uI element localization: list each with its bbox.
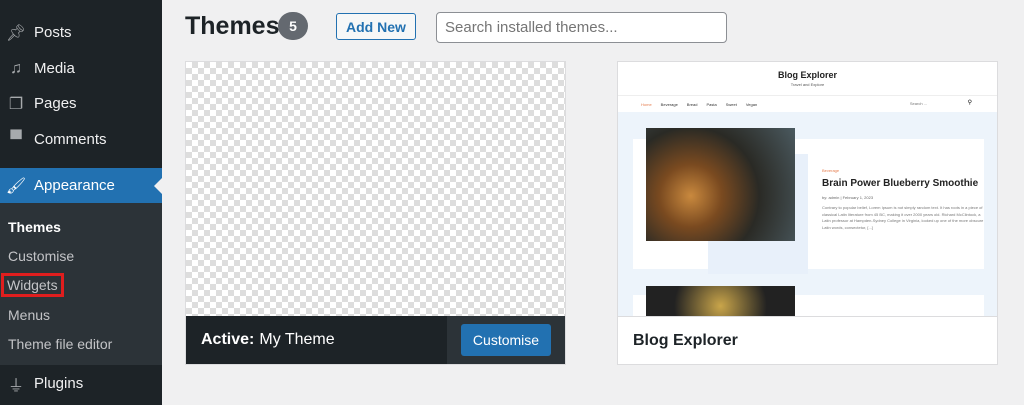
- preview-post-title: Brain Power Blueberry Smoothie: [822, 178, 979, 189]
- theme-count-badge: 5: [278, 12, 308, 40]
- label: Media: [34, 60, 75, 77]
- theme-card-blog-explorer[interactable]: Blog Explorer Travel and Explore Home Be…: [617, 61, 998, 365]
- customise-button[interactable]: Customise: [460, 324, 552, 356]
- page-title: Themes: [185, 12, 280, 40]
- theme-screenshot-blank[interactable]: [186, 62, 565, 316]
- label: Comments: [34, 131, 107, 148]
- preview-nav-item: Bread: [686, 101, 698, 107]
- pages-icon: ❐: [8, 95, 24, 113]
- sidebar-item-media[interactable]: ♫ Media: [0, 51, 162, 86]
- preview-category: Beverage: [822, 168, 840, 173]
- preview-nav-item: Pasta: [706, 101, 717, 107]
- preview-food-image: [646, 128, 795, 241]
- sidebar-item-pages[interactable]: ❐ Pages: [0, 86, 162, 121]
- sidebar-item-comments[interactable]: ▀ Comments: [0, 122, 162, 157]
- preview-nav-item: Beverage: [660, 101, 678, 107]
- preview-nav: Home Beverage Bread Pasta Sweet Vegan: [618, 95, 997, 112]
- label: Pages: [34, 95, 77, 112]
- preview-tagline: Travel and Explore: [790, 82, 825, 87]
- media-icon: ♫: [10, 59, 22, 77]
- preview-image-2: [646, 286, 795, 316]
- appearance-submenu: Themes Customise Widgets Menus Theme fil…: [0, 203, 162, 365]
- paintbrush-icon: 🖌︎: [5, 177, 27, 195]
- submenu-themes[interactable]: Themes: [8, 219, 61, 235]
- submenu-theme-file-editor[interactable]: Theme file editor: [8, 336, 112, 352]
- preview-nav-item: Sweet: [725, 101, 737, 107]
- add-new-button[interactable]: Add New: [336, 13, 416, 40]
- preview-nav-item: Vegan: [745, 101, 758, 107]
- theme-name: My Theme: [259, 331, 335, 348]
- active-theme-bar: Active: My Theme Customise: [186, 316, 565, 364]
- label: Plugins: [34, 375, 84, 392]
- active-label: Active:: [201, 331, 255, 348]
- preview-search: Search ...: [909, 101, 927, 106]
- theme-card-my-theme[interactable]: Active: My Theme Customise: [185, 61, 566, 365]
- search-themes-input[interactable]: [436, 12, 727, 43]
- plug-icon: ⏚: [7, 377, 24, 395]
- preview-nav-item: Home: [641, 101, 652, 107]
- theme-name: Blog Explorer: [633, 331, 738, 349]
- pin-icon: 📌︎: [5, 24, 27, 42]
- theme-screenshot[interactable]: Blog Explorer Travel and Explore Home Be…: [618, 62, 997, 316]
- sidebar-item-plugins[interactable]: ⏚ Plugins: [0, 366, 162, 401]
- sidebar-item-appearance[interactable]: 🖌︎ Appearance: [0, 168, 162, 203]
- preview-meta: by: admin | February 1, 2023: [822, 195, 874, 200]
- comment-icon: ▀: [10, 130, 22, 148]
- admin-sidebar: 📌︎ Posts ♫ Media ❐ Pages ▀ Comments 🖌︎ Appear…: [0, 0, 162, 405]
- search-icon: ⚲: [967, 100, 972, 106]
- sidebar-item-posts[interactable]: 📌︎ Posts: [0, 15, 162, 50]
- preview-site-title: Blog Explorer: [777, 70, 837, 80]
- label: Posts: [34, 24, 72, 41]
- submenu-menus[interactable]: Menus: [8, 307, 50, 323]
- preview-excerpt: Contrary to popular belief, Lorem Ipsum …: [822, 205, 984, 230]
- theme-name-bar: Blog Explorer: [618, 316, 997, 364]
- submenu-customise[interactable]: Customise: [8, 248, 74, 264]
- label: Appearance: [34, 177, 115, 194]
- submenu-widgets[interactable]: Widgets: [1, 273, 64, 297]
